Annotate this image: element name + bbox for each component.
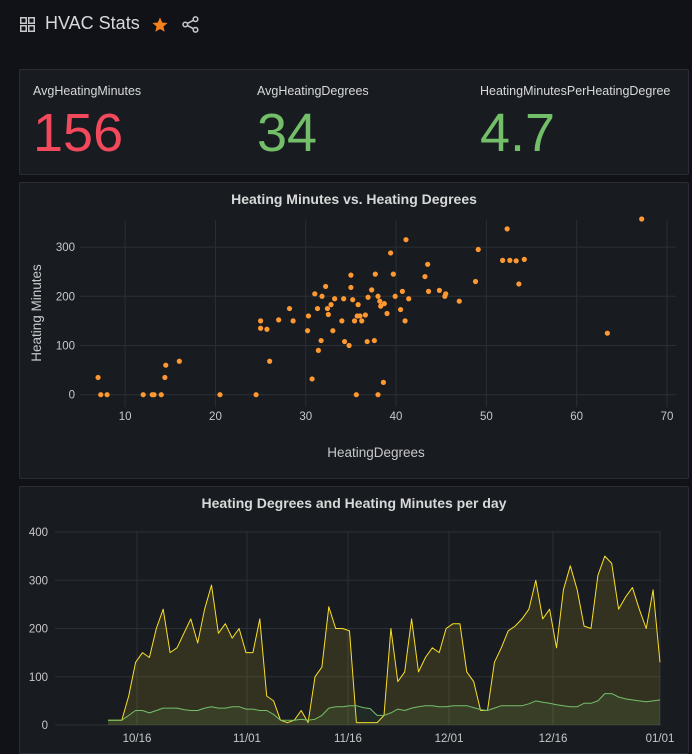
stat-label-heating-minutes-per-degree: HeatingMinutesPerHeatingDegree — [480, 84, 671, 98]
share-icon[interactable] — [182, 16, 199, 33]
stat-value-heating-minutes-per-degree: 4.7 — [480, 103, 556, 163]
scatter-panel[interactable]: Heating Minutes vs. Heating Degrees — [19, 182, 689, 479]
stat-label-avg-heating-minutes: AvgHeatingMinutes — [33, 84, 142, 98]
stats-panel: AvgHeatingMinutes 156 AvgHeatingDegrees … — [19, 69, 689, 175]
stat-value-avg-heating-minutes: 156 — [33, 103, 124, 163]
dashboard-header: HVAC Stats — [0, 0, 692, 50]
timeseries-panel-title[interactable]: Heating Degrees and Heating Minutes per … — [20, 495, 688, 511]
grid-icon[interactable] — [20, 17, 35, 32]
stat-value-avg-heating-degrees: 34 — [257, 103, 318, 163]
scatter-panel-title[interactable]: Heating Minutes vs. Heating Degrees — [20, 191, 688, 207]
dashboard-title[interactable]: HVAC Stats — [45, 13, 140, 34]
star-icon[interactable] — [151, 16, 169, 34]
stat-label-avg-heating-degrees: AvgHeatingDegrees — [257, 84, 369, 98]
timeseries-panel[interactable]: Heating Degrees and Heating Minutes per … — [19, 486, 689, 754]
